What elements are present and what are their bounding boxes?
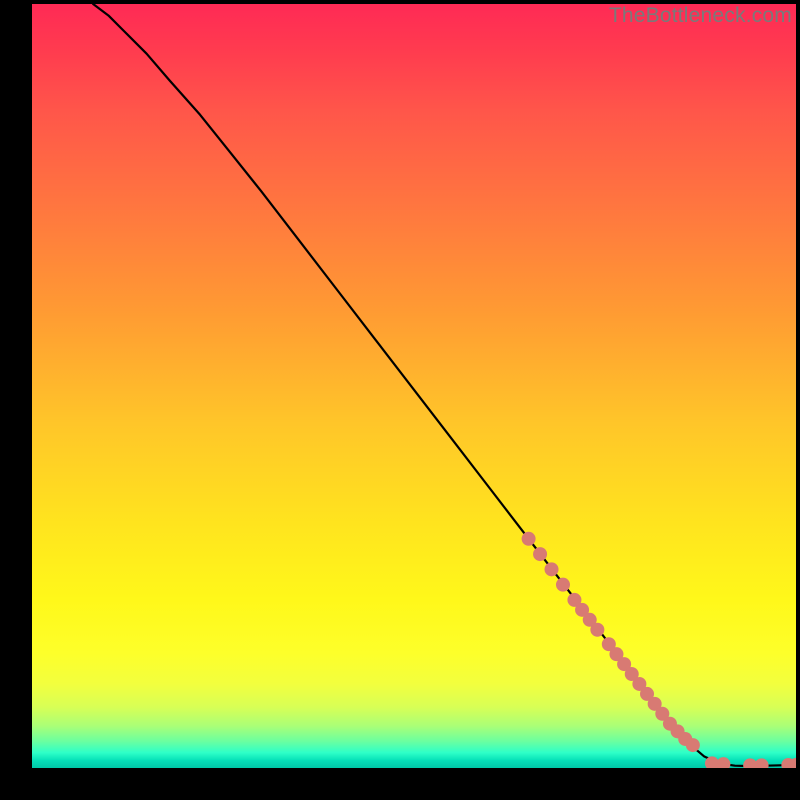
data-point xyxy=(556,578,570,592)
data-point xyxy=(545,562,559,576)
data-point xyxy=(686,738,700,752)
marker-group xyxy=(522,532,796,768)
plot-area xyxy=(32,4,796,768)
data-point xyxy=(522,532,536,546)
watermark-text: TheBottleneck.com xyxy=(609,4,792,28)
chart-stage: TheBottleneck.com xyxy=(0,0,800,800)
chart-svg xyxy=(32,4,796,768)
data-point xyxy=(716,757,730,768)
data-point xyxy=(533,547,547,561)
curve-line xyxy=(93,4,796,766)
data-point xyxy=(590,623,604,637)
data-point xyxy=(755,758,769,768)
